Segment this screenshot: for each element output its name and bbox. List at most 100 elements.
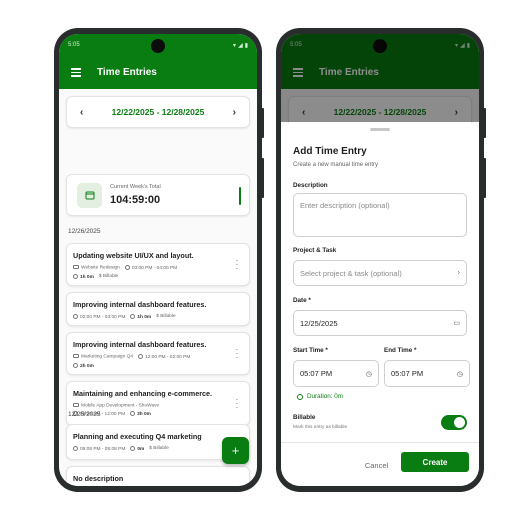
entry-meta: Marketing Campaign Q4 12:00 PM - 02:00 P… — [73, 354, 243, 360]
entry-project: Website Redesign — [81, 265, 120, 271]
timer-icon — [73, 362, 78, 368]
entry-duration: 3h 0m — [137, 412, 151, 418]
status-time: 5:05 — [68, 42, 80, 48]
week-total-value: 104:59:00 — [110, 194, 161, 206]
entry-time: 05:08 PM - 05:08 PM — [80, 446, 126, 452]
day-header: 12/26/2025 — [68, 228, 101, 235]
entry-time: 12:00 PM - 02:00 PM — [145, 354, 191, 360]
entry-title: No description — [73, 474, 124, 483]
create-button[interactable]: Create — [401, 452, 469, 472]
folder-icon — [73, 403, 79, 407]
description-label: Description — [293, 182, 328, 189]
time-entry-card[interactable]: No description — [66, 466, 250, 486]
menu-icon[interactable] — [71, 68, 81, 77]
more-vert-icon[interactable]: · · · — [235, 256, 239, 272]
billable-toggle[interactable] — [441, 415, 467, 430]
billable-badge: $ Billable — [156, 314, 176, 320]
right-phone: 5:05 ▾ ◢ ▮ Time Entries ‹ 12/22/2025 - 1… — [276, 28, 486, 492]
date-label: Date * — [293, 297, 311, 304]
duration-indicator: Duration: 0m — [297, 393, 343, 400]
project-select[interactable]: Select project & task (optional) › — [293, 260, 467, 286]
billable-badge: $ Billable — [149, 446, 169, 452]
entry-meta: Mobile App Development - ShuWave — [73, 403, 243, 408]
time-entry-card[interactable]: Updating website UI/UX and layout. Websi… — [66, 243, 250, 286]
entry-meta: 05:08 PM - 05:08 PM 0m $ Billable — [73, 446, 243, 452]
wifi-icon: ▾ — [233, 42, 237, 49]
volume-button — [483, 158, 486, 198]
clock-icon[interactable]: ◷ — [366, 370, 372, 378]
entry-meta: 02:00 PM - 03:00 PM 1h 0m $ Billable — [73, 314, 243, 320]
clock-icon[interactable]: ◷ — [457, 370, 463, 378]
end-time-label: End Time * — [384, 347, 417, 354]
chevron-right-icon[interactable]: › — [233, 107, 236, 118]
accent-bar — [238, 187, 241, 205]
clock-icon — [73, 446, 78, 451]
chevron-right-icon: › — [457, 269, 460, 277]
start-time-field[interactable]: 05:07 PM ◷ — [293, 360, 379, 387]
entry-time: 03:00 PM - 04:00 PM — [131, 265, 178, 271]
entry-meta: Website Redesign 03:00 PM - 04:00 PM — [73, 265, 243, 271]
description-field[interactable]: Enter description (optional) — [293, 193, 467, 237]
divider — [281, 442, 479, 443]
more-vert-icon[interactable]: · · · — [235, 395, 239, 411]
screen: 5:05 ▾ ◢ ▮ Time Entries ‹ 12/22/2025 - 1… — [281, 34, 479, 486]
clock-icon — [124, 265, 130, 270]
scrim[interactable] — [281, 34, 479, 122]
app-bar: Time Entries — [59, 56, 257, 89]
cancel-button[interactable]: Cancel — [354, 457, 399, 473]
sheet-subtitle: Create a new manual time entry — [293, 162, 379, 168]
timer-icon — [130, 446, 136, 451]
entry-project: Mobile App Development - ShuWave — [81, 403, 160, 409]
time-entry-card[interactable]: Maintaining and enhancing e-commerce. Mo… — [66, 381, 250, 426]
week-total-card: Current Week's Total 104:59:00 — [66, 174, 250, 216]
camera-cutout — [151, 39, 165, 53]
start-time-value: 05:07 PM — [300, 369, 333, 378]
drag-handle[interactable] — [370, 128, 390, 131]
entry-stats: 2h 0m — [73, 362, 243, 369]
timer-icon — [130, 314, 136, 319]
add-entry-sheet: Add Time Entry Create a new manual time … — [281, 122, 479, 486]
sheet-title: Add Time Entry — [293, 146, 367, 157]
duration-text: Duration: 0m — [307, 393, 344, 400]
folder-icon — [73, 354, 79, 359]
more-vert-icon[interactable]: · · · — [235, 345, 239, 361]
entry-title: Improving internal dashboard features. — [73, 340, 207, 349]
start-time-label: Start Time * — [293, 347, 328, 354]
entry-project: Marketing Campaign Q4 — [81, 354, 133, 360]
time-entry-card[interactable]: Improving internal dashboard features. 0… — [66, 292, 250, 326]
timer-icon — [297, 393, 303, 400]
entry-stats: 1h 0m $ Billable — [73, 273, 243, 280]
power-button — [261, 108, 264, 138]
end-time-field[interactable]: 05:07 PM ◷ — [384, 360, 470, 387]
timer-icon — [73, 273, 78, 279]
day-header: 12/25/2025 — [68, 411, 101, 418]
chevron-left-icon[interactable]: ‹ — [80, 107, 83, 118]
time-entry-card[interactable]: Improving internal dashboard features. M… — [66, 332, 250, 375]
week-selector: ‹ 12/22/2025 - 12/28/2025 › — [66, 96, 250, 128]
date-field[interactable]: 12/25/2025 ▭ — [293, 310, 467, 336]
clock-icon — [138, 354, 143, 359]
project-placeholder: Select project & task (optional) — [300, 268, 402, 278]
week-range[interactable]: 12/22/2025 - 12/28/2025 — [112, 107, 205, 117]
project-label: Project & Task — [293, 247, 337, 254]
signal-icon: ◢ — [238, 42, 243, 49]
billable-label: Billable — [293, 414, 316, 421]
calendar-icon[interactable]: ▭ — [453, 319, 460, 327]
clock-icon — [73, 314, 78, 319]
entry-title: Improving internal dashboard features. — [73, 300, 207, 309]
date-value: 12/25/2025 — [300, 318, 338, 328]
entry-time: 02:00 PM - 03:00 PM — [80, 314, 126, 320]
app-title: Time Entries — [97, 67, 157, 78]
add-entry-button[interactable]: + — [222, 437, 249, 464]
end-time-value: 05:07 PM — [391, 369, 424, 378]
entry-duration: 1h 0m — [80, 274, 94, 280]
billable-note: Mark this entry as billable — [293, 425, 348, 430]
folder-icon — [73, 265, 79, 270]
entry-duration: 1h 0m — [137, 314, 152, 320]
toggle-knob — [454, 417, 465, 428]
power-button — [483, 108, 486, 138]
entry-title: Planning and executing Q4 marketing — [73, 432, 202, 441]
system-icons: ▾ ◢ ▮ — [233, 42, 248, 49]
entry-title: Updating website UI/UX and layout. — [73, 251, 194, 260]
billable-badge: $ Billable — [98, 274, 119, 280]
